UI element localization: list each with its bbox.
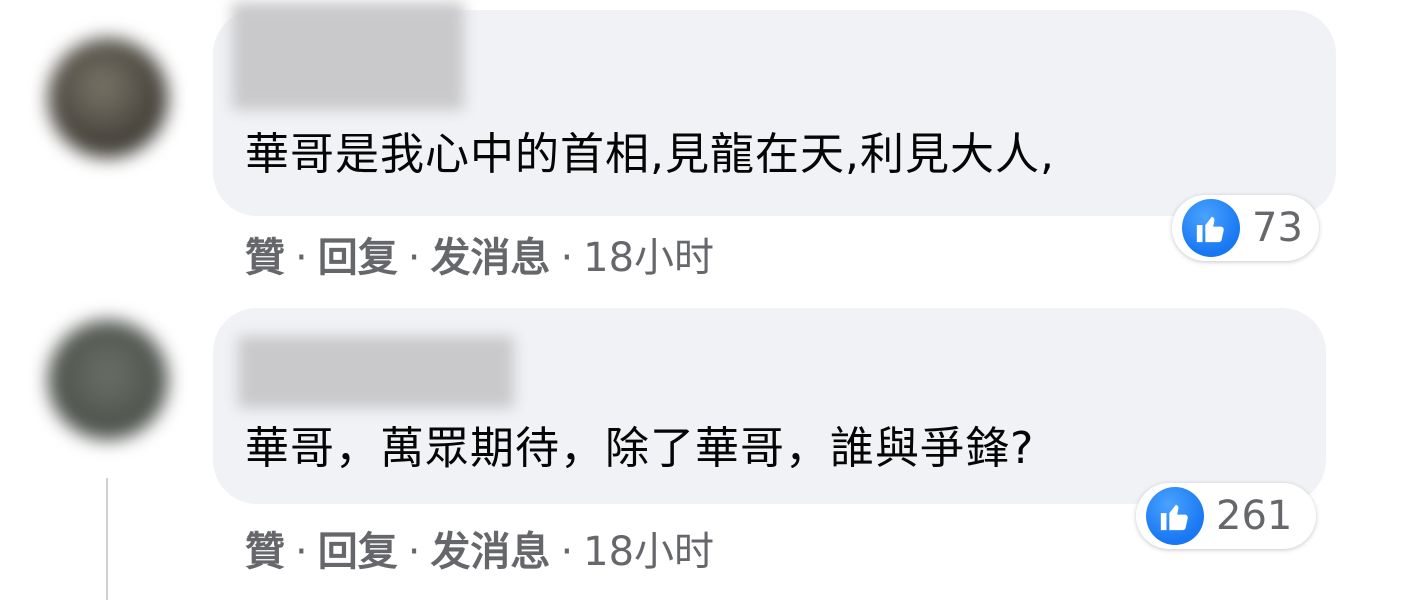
separator: · — [407, 529, 421, 575]
separator: · — [560, 529, 574, 575]
comment-text: 華哥是我心中的首相,見龍在天,利見大人, — [245, 129, 1055, 180]
comment-actions: 贊 · 回复 · 发消息 · 18小时 — [245, 532, 714, 572]
avatar[interactable] — [48, 38, 168, 158]
timestamp[interactable]: 18小时 — [583, 529, 714, 575]
like-button[interactable]: 贊 — [245, 529, 285, 575]
like-icon — [1146, 487, 1204, 545]
separator: · — [295, 529, 308, 575]
like-count: 261 — [1216, 493, 1293, 539]
author-name-blurred[interactable] — [238, 336, 514, 408]
avatar[interactable] — [48, 320, 168, 440]
comment-2: 華哥，萬眾期待，除了華哥，誰與爭鋒? 261 贊 · 回复 · 发消息 · 18小时 — [0, 300, 1427, 600]
reaction-count[interactable]: 73 — [1172, 195, 1319, 261]
like-button[interactable]: 贊 — [245, 235, 285, 281]
separator: · — [560, 235, 574, 281]
comment-text: 華哥，萬眾期待，除了華哥，誰與爭鋒? — [245, 423, 1035, 474]
like-icon — [1182, 199, 1240, 257]
comment-actions: 贊 · 回复 · 发消息 · 18小时 — [245, 238, 714, 278]
comment-1: 華哥是我心中的首相,見龍在天,利見大人, 73 贊 · 回复 · 发消息 · 18小时 — [0, 0, 1427, 300]
separator: · — [407, 235, 421, 281]
reply-button[interactable]: 回复 — [318, 529, 398, 575]
author-name-blurred[interactable] — [232, 2, 464, 110]
timestamp[interactable]: 18小时 — [583, 235, 714, 281]
separator: · — [295, 235, 308, 281]
like-count: 73 — [1252, 205, 1303, 251]
reaction-count[interactable]: 261 — [1136, 483, 1316, 549]
reply-button[interactable]: 回复 — [318, 235, 398, 281]
message-button[interactable]: 发消息 — [430, 529, 550, 575]
message-button[interactable]: 发消息 — [430, 235, 550, 281]
